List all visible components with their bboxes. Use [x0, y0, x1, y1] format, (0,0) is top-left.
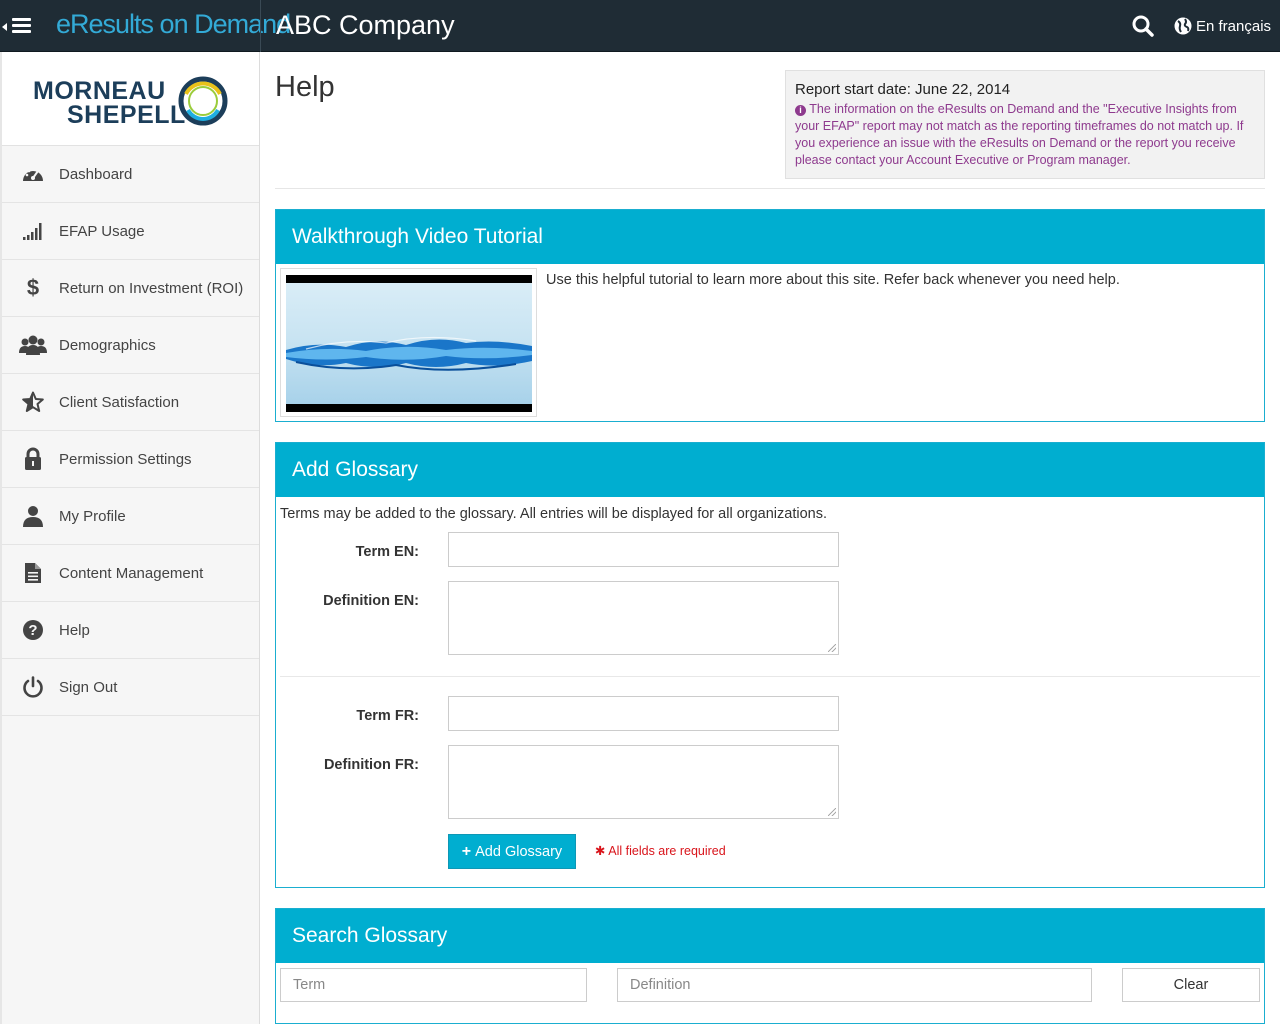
definition-en-label: Definition EN:	[323, 593, 419, 609]
video-thumbnail	[286, 283, 532, 404]
sidebar-item-label: Content Management	[59, 564, 204, 582]
video-player[interactable]	[280, 268, 537, 417]
page-title: Help	[275, 71, 335, 103]
sidebar-item-label: Client Satisfaction	[59, 393, 180, 411]
user-icon	[18, 504, 48, 528]
report-start-date: Report start date: June 22, 2014	[795, 81, 1011, 98]
sidebar-item-label: Return on Investment (ROI)	[59, 279, 244, 297]
sidebar-item-label: Demographics	[59, 336, 156, 354]
lock-icon	[18, 447, 48, 471]
logo-ring-icon	[178, 76, 228, 126]
add-glossary-button[interactable]: + Add Glossary	[448, 834, 576, 869]
glossary-intro: Terms may be added to the glossary. All …	[280, 506, 827, 522]
term-fr-label: Term FR:	[356, 708, 419, 724]
dollar-icon: $	[26, 275, 40, 300]
signal-bars-icon	[18, 219, 48, 243]
sidebar-item-label: My Profile	[59, 507, 126, 525]
company-logo[interactable]: MORNEAU SHEPELL	[2, 52, 259, 146]
sidebar-item-sign-out[interactable]: Sign Out	[2, 659, 259, 716]
term-fr-input[interactable]	[448, 696, 839, 731]
sidebar-item-roi[interactable]: $ Return on Investment (ROI)	[2, 260, 259, 317]
app-brand[interactable]: eResults on Demand	[56, 9, 291, 40]
report-note: i The information on the eResults on Dem…	[795, 102, 1244, 167]
clear-button[interactable]: Clear	[1122, 968, 1260, 1002]
star-icon	[18, 390, 48, 414]
video-description: Use this helpful tutorial to learn more …	[546, 272, 1120, 288]
sidebar: MORNEAU SHEPELL Dashboard EFAP Usage $ R…	[0, 52, 260, 1024]
sidebar-item-label: Help	[59, 621, 90, 639]
search-definition-input[interactable]: Definition	[617, 968, 1092, 1002]
language-label: En français	[1196, 17, 1272, 35]
search-term-input[interactable]: Term	[280, 968, 587, 1002]
top-navbar: eResults on Demand ABC Company En frança…	[0, 0, 1280, 52]
search-icon[interactable]	[1131, 14, 1155, 38]
search-glossary-panel: Search Glossary Term Definition Clear	[275, 908, 1265, 1024]
divider	[275, 188, 1265, 189]
globe-icon	[1174, 17, 1192, 35]
water-splash-image	[286, 336, 532, 371]
divider	[260, 0, 261, 52]
definition-en-textarea[interactable]	[448, 581, 839, 655]
logo-wordmark: MORNEAU SHEPELL	[33, 77, 186, 129]
caret-left-icon	[2, 23, 7, 31]
divider	[280, 676, 1260, 677]
term-en-input[interactable]	[448, 532, 839, 567]
sidebar-item-label: Sign Out	[59, 678, 118, 696]
sidebar-item-my-profile[interactable]: My Profile	[2, 488, 259, 545]
sidebar-item-help[interactable]: ? Help	[2, 602, 259, 659]
sidebar-item-dashboard[interactable]: Dashboard	[2, 146, 259, 203]
panel-title: Search Glossary	[276, 909, 1264, 963]
video-tutorial-panel: Walkthrough Video Tutorial Use this help…	[275, 209, 1265, 422]
menu-toggle-button[interactable]	[0, 0, 44, 52]
company-name: ABC Company	[276, 10, 455, 40]
asterisk-icon: ✱	[595, 844, 606, 858]
sidebar-item-content-management[interactable]: Content Management	[2, 545, 259, 602]
sidebar-item-permission-settings[interactable]: Permission Settings	[2, 431, 259, 488]
sidebar-item-efap-usage[interactable]: EFAP Usage	[2, 203, 259, 260]
sidebar-item-demographics[interactable]: Demographics	[2, 317, 259, 374]
info-icon: i	[795, 105, 806, 116]
group-icon	[18, 333, 48, 357]
sidebar-item-client-satisfaction[interactable]: Client Satisfaction	[2, 374, 259, 431]
document-icon	[18, 561, 48, 585]
sidebar-item-label: EFAP Usage	[59, 222, 145, 240]
add-glossary-panel: Add Glossary Terms may be added to the g…	[275, 442, 1265, 888]
dashboard-icon	[18, 162, 48, 186]
resize-handle-icon[interactable]	[828, 808, 836, 816]
definition-fr-label: Definition FR:	[323, 757, 419, 773]
panel-title: Walkthrough Video Tutorial	[276, 210, 1264, 264]
term-en-label: Term EN:	[355, 544, 419, 560]
definition-fr-textarea[interactable]	[448, 745, 839, 819]
sidebar-item-label: Dashboard	[59, 165, 133, 183]
power-icon	[18, 675, 48, 699]
language-toggle-link[interactable]: En français	[1174, 14, 1271, 38]
hamburger-icon	[12, 18, 31, 34]
panel-title: Add Glossary	[276, 443, 1264, 497]
question-icon: ?	[18, 618, 48, 642]
plus-icon: +	[461, 842, 472, 860]
required-note: ✱ All fields are required	[595, 844, 726, 858]
sidebar-item-label: Permission Settings	[59, 450, 192, 468]
report-info-box: Report start date: June 22, 2014 i The i…	[785, 70, 1265, 179]
resize-handle-icon[interactable]	[828, 644, 836, 652]
svg-text:?: ?	[28, 622, 37, 639]
